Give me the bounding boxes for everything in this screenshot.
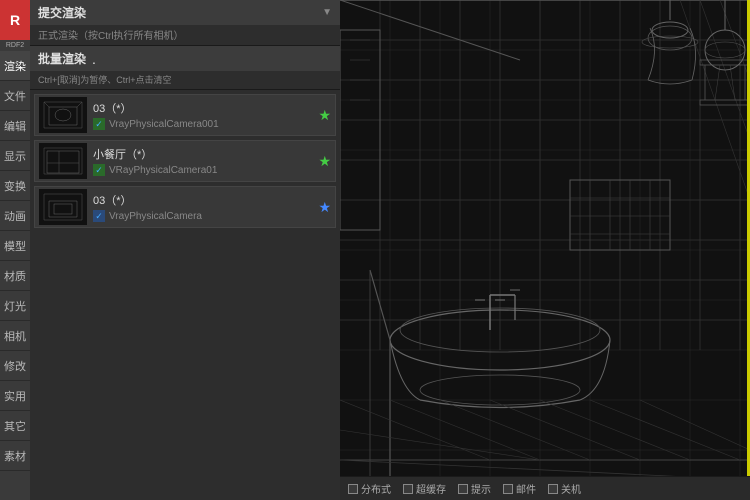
- camera-check-row: ✓ VRayPhysicalCamera01: [93, 164, 314, 176]
- checkbox-box: [458, 484, 468, 494]
- submit-render-section: 提交渲染 ▼ 正式渲染（按Ctrl执行所有相机）: [30, 0, 340, 46]
- camera-info: 小餐厅（*） ✓ VRayPhysicalCamera01: [93, 146, 314, 176]
- submit-render-title: 提交渲染: [38, 4, 86, 21]
- sidebar-item-渲染[interactable]: 渲染: [0, 51, 30, 81]
- camera-item[interactable]: 03（*） ✓ VrayPhysicalCamera001 ★: [34, 94, 336, 136]
- camera-star: ★: [318, 107, 331, 124]
- checkbox-超缓存[interactable]: 超缓存: [403, 481, 446, 496]
- checkbox-label: 超缓存: [416, 481, 446, 496]
- camera-checkbox[interactable]: ✓: [93, 118, 105, 130]
- submit-arrow: ▼: [322, 7, 332, 18]
- check-mark: ✓: [95, 119, 103, 130]
- app-version: RDF2: [0, 40, 30, 51]
- check-mark: ✓: [95, 165, 103, 176]
- checkbox-label: 分布式: [361, 481, 391, 496]
- sidebar-item-相机[interactable]: 相机: [0, 321, 30, 351]
- checkbox-label: 关机: [561, 481, 581, 496]
- checkbox-box: [548, 484, 558, 494]
- camera-star: ★: [318, 199, 331, 216]
- checkbox-提示[interactable]: 提示: [458, 481, 491, 496]
- sidebar-item-素材[interactable]: 素材: [0, 441, 30, 471]
- sidebar-item-编辑[interactable]: 编辑: [0, 111, 30, 141]
- batch-dot: .: [92, 51, 96, 67]
- batch-render-section: 批量渲染 . Ctrl+[取消]为暂停、Ctrl+点击清空: [30, 46, 340, 90]
- sidebar-item-其它[interactable]: 其它: [0, 411, 30, 441]
- sidebar-item-模型[interactable]: 模型: [0, 231, 30, 261]
- render-panel: 提交渲染 ▼ 正式渲染（按Ctrl执行所有相机） 批量渲染 . Ctrl+[取消…: [30, 0, 340, 500]
- camera-checkbox[interactable]: ✓: [93, 210, 105, 222]
- camera-thumb: [39, 143, 87, 179]
- submit-render-header[interactable]: 提交渲染 ▼: [30, 0, 340, 25]
- app-logo[interactable]: R: [0, 0, 30, 40]
- bottom-toolbar: 分布式 超缓存 提示 邮件 关机: [340, 476, 750, 500]
- checkbox-邮件[interactable]: 邮件: [503, 481, 536, 496]
- camera-info: 03（*） ✓ VrayPhysicalCamera001: [93, 100, 314, 130]
- viewport[interactable]: 分布式 超缓存 提示 邮件 关机: [340, 0, 750, 500]
- checkbox-关机[interactable]: 关机: [548, 481, 581, 496]
- sidebar-item-变换[interactable]: 变换: [0, 171, 30, 201]
- camera-name: 小餐厅（*）: [93, 146, 314, 162]
- sidebar-item-材质[interactable]: 材质: [0, 261, 30, 291]
- batch-hint: Ctrl+[取消]为暂停、Ctrl+点击清空: [30, 71, 340, 89]
- sidebar-nav: R RDF2 渲染文件编辑显示变换动画模型材质灯光相机修改实用其它素材: [0, 0, 30, 500]
- camera-name: 03（*）: [93, 192, 314, 208]
- batch-render-header[interactable]: 批量渲染 .: [30, 46, 340, 71]
- camera-item[interactable]: 03（*） ✓ VrayPhysicalCamera ★: [34, 186, 336, 228]
- camera-checkbox[interactable]: ✓: [93, 164, 105, 176]
- camera-check-row: ✓ VrayPhysicalCamera: [93, 210, 314, 222]
- checkbox-label: 邮件: [516, 481, 536, 496]
- camera-type: VrayPhysicalCamera001: [109, 119, 219, 130]
- checkbox-label: 提示: [471, 481, 491, 496]
- sidebar-item-文件[interactable]: 文件: [0, 81, 30, 111]
- camera-type: VRayPhysicalCamera01: [109, 165, 217, 176]
- sidebar-item-实用[interactable]: 实用: [0, 381, 30, 411]
- submit-render-sub: 正式渲染（按Ctrl执行所有相机）: [30, 25, 340, 45]
- camera-list: 03（*） ✓ VrayPhysicalCamera001 ★: [30, 90, 340, 236]
- sidebar-item-动画[interactable]: 动画: [0, 201, 30, 231]
- checkbox-box: [403, 484, 413, 494]
- checkbox-box: [348, 484, 358, 494]
- sidebar-item-修改[interactable]: 修改: [0, 351, 30, 381]
- camera-check-row: ✓ VrayPhysicalCamera001: [93, 118, 314, 130]
- camera-star: ★: [318, 153, 331, 170]
- camera-name: 03（*）: [93, 100, 314, 116]
- sidebar-item-显示[interactable]: 显示: [0, 141, 30, 171]
- sidebar-item-灯光[interactable]: 灯光: [0, 291, 30, 321]
- checkbox-box: [503, 484, 513, 494]
- check-mark: ✓: [95, 211, 103, 222]
- batch-render-title: 批量渲染: [38, 50, 86, 67]
- camera-item[interactable]: 小餐厅（*） ✓ VRayPhysicalCamera01 ★: [34, 140, 336, 182]
- checkbox-分布式[interactable]: 分布式: [348, 481, 391, 496]
- camera-type: VrayPhysicalCamera: [109, 211, 202, 222]
- camera-info: 03（*） ✓ VrayPhysicalCamera: [93, 192, 314, 222]
- camera-thumb: [39, 189, 87, 225]
- camera-thumb: [39, 97, 87, 133]
